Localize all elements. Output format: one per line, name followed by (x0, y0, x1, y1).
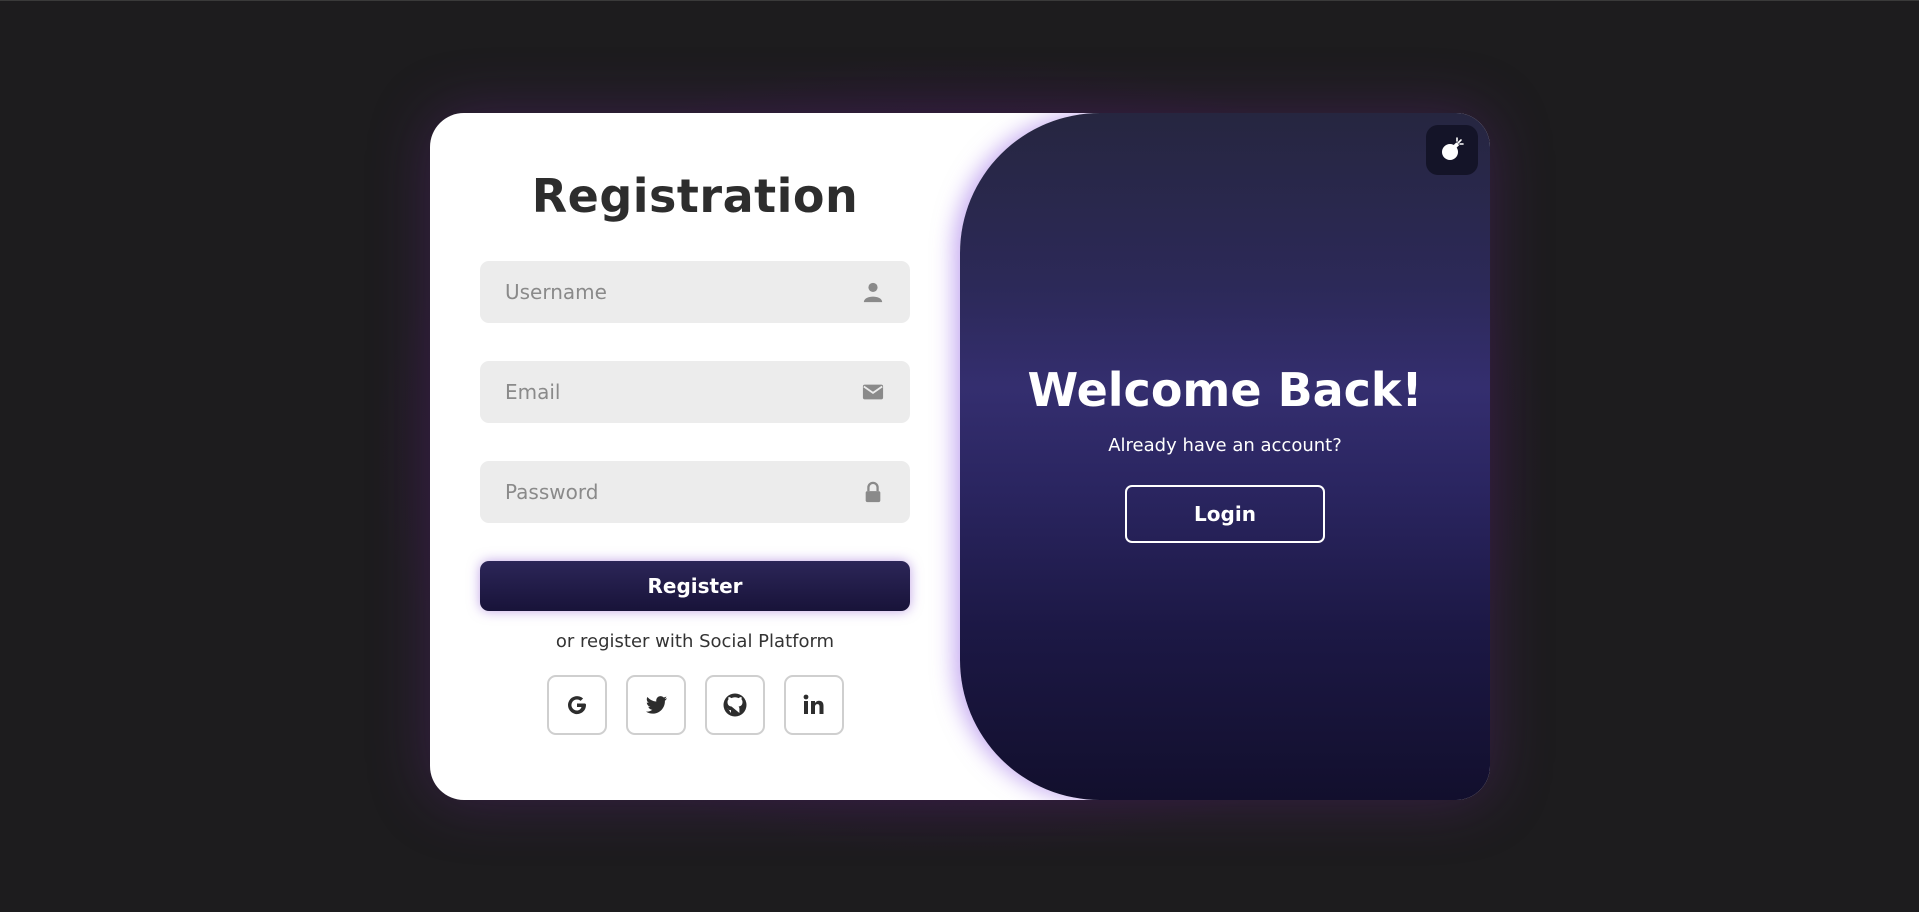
welcome-subtitle: Already have an account? (1108, 435, 1342, 456)
registration-panel: Registration Register or register with S (430, 113, 960, 800)
username-field[interactable] (480, 261, 910, 323)
github-button[interactable] (705, 675, 765, 735)
social-register-text: or register with Social Platform (555, 631, 835, 652)
welcome-title: Welcome Back! (1027, 363, 1423, 417)
register-button[interactable]: Register (480, 561, 910, 611)
theme-toggle-button[interactable] (1426, 125, 1478, 175)
username-input[interactable] (480, 261, 845, 323)
registration-title: Registration (531, 169, 859, 223)
bomb-icon (1442, 137, 1464, 160)
top-border (0, 0, 1919, 1)
auth-card: Registration Register or register with S (430, 113, 1490, 800)
social-buttons (547, 675, 847, 735)
google-button[interactable] (547, 675, 607, 735)
email-input[interactable] (480, 361, 845, 423)
envelope-icon (862, 384, 884, 400)
twitter-button[interactable] (626, 675, 686, 735)
google-icon (568, 696, 587, 715)
email-field[interactable] (480, 361, 910, 423)
github-icon (723, 693, 747, 717)
linkedin-icon (803, 694, 824, 714)
linkedin-button[interactable] (784, 675, 844, 735)
password-field[interactable] (480, 461, 910, 523)
password-input[interactable] (480, 461, 845, 523)
lock-icon (865, 481, 881, 503)
login-button[interactable]: Login (1125, 485, 1325, 543)
user-icon (863, 282, 883, 303)
twitter-icon (646, 696, 667, 714)
welcome-panel: Welcome Back! Already have an account? L… (960, 113, 1490, 800)
